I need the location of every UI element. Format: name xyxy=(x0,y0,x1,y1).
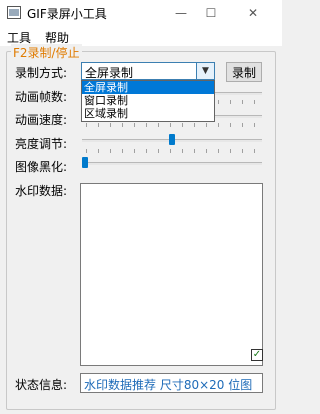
chevron-down-icon[interactable]: ▼ xyxy=(196,63,214,79)
record-mode-dropdown: 全屏录制 窗口录制 区域录制 xyxy=(81,80,215,122)
speed-ticks xyxy=(86,123,256,127)
blacken-label: 图像黑化: xyxy=(15,160,68,174)
record-mode-label: 录制方式: xyxy=(15,66,68,80)
blacken-slider[interactable] xyxy=(82,162,262,165)
dropdown-option-region[interactable]: 区域录制 xyxy=(82,107,214,120)
status-box: 水印数据推荐 尺寸80×20 位图 xyxy=(80,373,263,393)
brightness-label: 亮度调节: xyxy=(15,137,68,151)
frame-count-label: 动画帧数: xyxy=(15,90,68,104)
status-label: 状态信息: xyxy=(15,378,68,392)
maximize-button[interactable]: ☐ xyxy=(196,0,226,26)
speed-label: 动画速度: xyxy=(15,113,68,127)
brightness-ticks xyxy=(86,149,256,153)
app-icon xyxy=(7,6,21,19)
close-button[interactable]: ✕ xyxy=(238,0,268,26)
watermark-label: 水印数据: xyxy=(15,184,68,198)
record-mode-select[interactable]: 全屏录制 ▼ xyxy=(81,62,215,80)
minimize-button[interactable]: — xyxy=(166,0,196,26)
watermark-input[interactable] xyxy=(80,183,263,366)
watermark-checkbox[interactable]: ✓ xyxy=(251,349,263,361)
record-button[interactable]: 录制 xyxy=(226,62,262,82)
status-text: 水印数据推荐 尺寸80×20 位图 xyxy=(84,378,253,392)
blacken-slider-thumb[interactable] xyxy=(82,157,88,168)
dropdown-option-fullscreen[interactable]: 全屏录制 xyxy=(82,81,214,94)
brightness-slider-thumb[interactable] xyxy=(169,134,175,145)
dropdown-option-window[interactable]: 窗口录制 xyxy=(82,94,214,107)
title-bar: GIF录屏小工具 — ☐ ✕ xyxy=(0,0,282,26)
window-title: GIF录屏小工具 xyxy=(27,7,107,21)
record-mode-value: 全屏录制 xyxy=(85,66,134,80)
group-legend: F2录制/停止 xyxy=(11,44,82,61)
menu-bar: 工具 帮助 xyxy=(0,26,282,46)
